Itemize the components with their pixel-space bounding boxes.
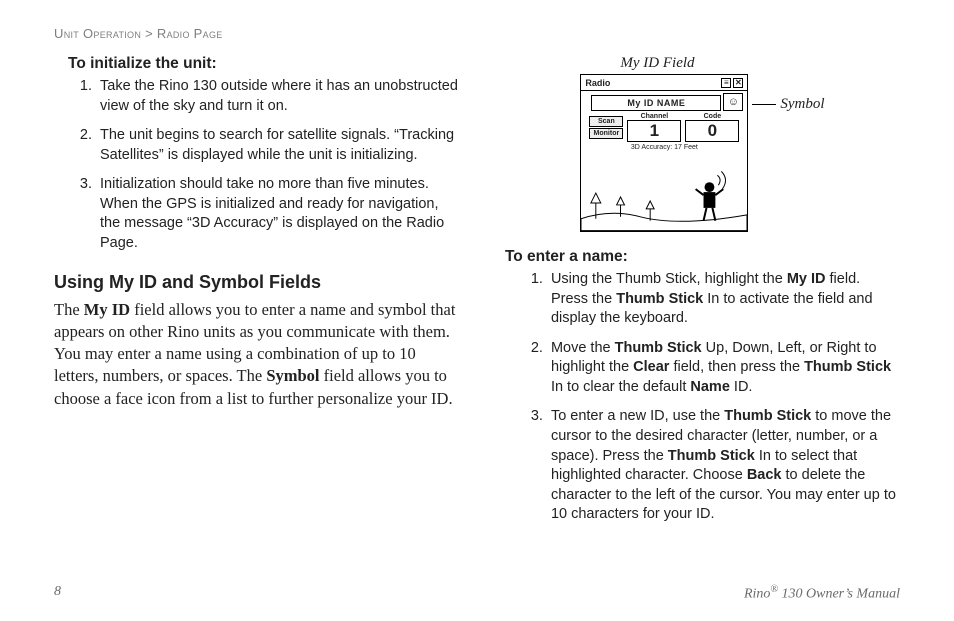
callout-line [752,104,776,105]
registered-mark: ® [770,584,778,595]
page-footer: 8 Rino® 130 Owner’s Manual [54,584,900,603]
bold-symbol: Symbol [266,366,319,385]
bold: Thumb Stick [616,291,703,307]
product-name: Rino® 130 Owner’s Manual [744,584,900,603]
text: field, then press the [669,359,804,375]
list-item: Take the Rino 130 outside where it has a… [96,77,459,116]
bold: Name [690,379,730,395]
device-screen: Radio ≡ ✕ My ID NAME ☺ Scan Monitor [580,74,748,232]
bold-my-id: My ID [84,300,130,319]
list-item: Using the Thumb Stick, highlight the My … [547,270,900,329]
close-icon: ✕ [733,78,743,88]
heading-initialize: To initialize the unit: [68,55,459,73]
scene-illustration [581,169,747,231]
text: Using the Thumb Stick, highlight the [551,271,787,287]
text: The [54,300,84,319]
code-label: Code [685,113,739,120]
bold: Clear [633,359,669,375]
channel-label: Channel [627,113,681,120]
bold: Back [747,467,782,483]
figure-top-label: My ID Field [415,55,900,72]
text: 130 Owner’s Manual [778,587,900,602]
list-item: To enter a new ID, use the Thumb Stick t… [547,407,900,524]
list-item: Initialization should take no more than … [96,175,459,253]
figure-symbol-label: Symbol [780,96,824,113]
text: Rino [744,587,770,602]
breadcrumb-section: Unit Operation [54,26,141,41]
initialize-steps: Take the Rino 130 outside where it has a… [54,77,459,254]
device-figure: Radio ≡ ✕ My ID NAME ☺ Scan Monitor [580,74,824,232]
breadcrumb-page: Radio Page [157,26,223,41]
bold: Thumb Stick [615,340,702,356]
breadcrumb: Unit Operation > Radio Page [54,26,900,41]
monitor-button: Monitor [589,128,623,139]
heading-using-my-id: Using My ID and Symbol Fields [54,272,459,293]
text: In to clear the default [551,379,690,395]
channel-value: 1 [627,120,681,142]
accuracy-text: 3D Accuracy: 17 Feet [581,144,747,151]
symbol-icon: ☺ [723,93,743,111]
heading-enter-name: To enter a name: [505,248,900,266]
list-item: The unit begins to search for satellite … [96,126,459,165]
bold: My ID [787,271,826,287]
text: To enter a new ID, use the [551,408,724,424]
enter-name-steps: Using the Thumb Stick, highlight the My … [505,270,900,525]
device-titlebar: Radio ≡ ✕ [581,75,747,91]
my-id-field: My ID NAME [591,95,721,111]
bold: Thumb Stick [668,448,755,464]
text: Move the [551,340,615,356]
bold: Thumb Stick [724,408,811,424]
page-number: 8 [54,584,61,603]
list-item: Move the Thumb Stick Up, Down, Left, or … [547,339,900,398]
code-value: 0 [685,120,739,142]
bold: Thumb Stick [804,359,891,375]
body-paragraph: The My ID field allows you to enter a na… [54,299,459,410]
scan-button: Scan [589,116,623,127]
text: ID. [730,379,753,395]
menu-icon: ≡ [721,78,731,88]
device-title: Radio [585,78,610,88]
breadcrumb-sep: > [141,26,157,41]
